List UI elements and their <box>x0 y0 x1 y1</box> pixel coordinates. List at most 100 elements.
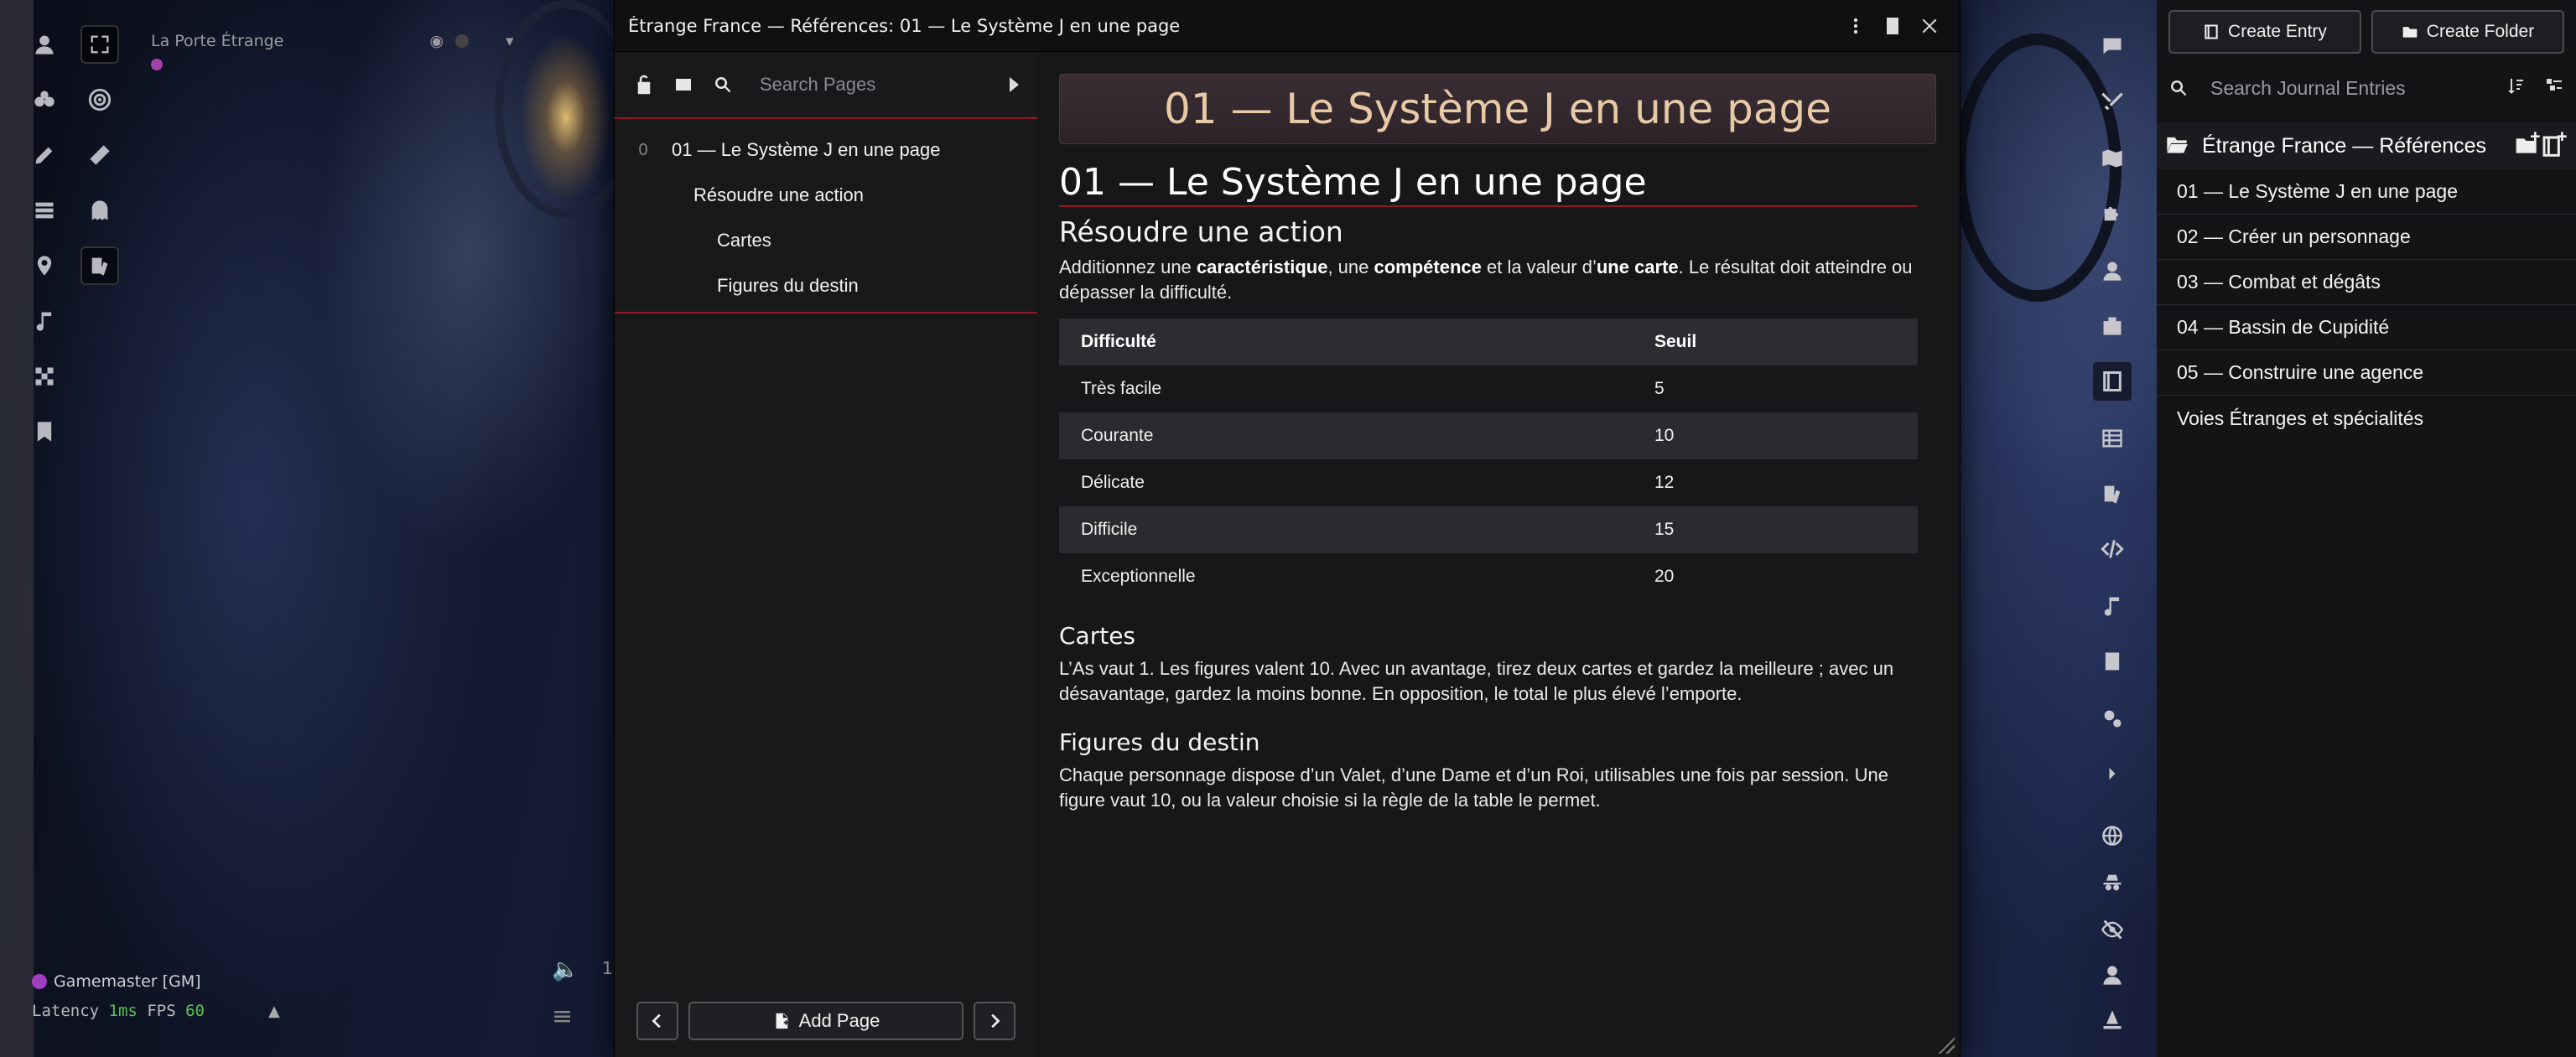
fps-label: FPS <box>147 1002 176 1020</box>
add-page-label: Add Page <box>798 1010 880 1031</box>
compendium-icon[interactable] <box>2093 642 2132 681</box>
map-icon[interactable] <box>2093 139 2132 178</box>
toc-item[interactable]: 0 01 — Le Système J en une page <box>615 127 1037 173</box>
create-entry-in-folder-icon[interactable] <box>2541 131 2568 161</box>
close-icon[interactable] <box>1911 8 1948 44</box>
collapse-folders-icon[interactable] <box>2544 76 2564 100</box>
search-icon[interactable] <box>707 68 738 101</box>
eye-icon[interactable]: ◉ <box>429 32 444 50</box>
volume-value: 1 <box>602 958 613 978</box>
eye-slash-icon[interactable] <box>2093 910 2132 949</box>
section-paragraph: Chaque personnage dispose d’un Valet, d’… <box>1059 764 1888 811</box>
combat-icon[interactable] <box>2093 82 2132 121</box>
journal-entry[interactable]: Voies Étranges et spécialités <box>2157 396 2576 441</box>
collapse-sidebar-icon[interactable] <box>1010 77 1019 92</box>
table-row: Difficile 15 <box>1059 506 1918 553</box>
table-row: Très facile 5 <box>1059 365 1918 412</box>
sheet-mode-icon[interactable] <box>1874 8 1911 44</box>
create-folder-label: Create Folder <box>2426 22 2535 41</box>
chat-icon[interactable] <box>2093 27 2132 65</box>
chevron-down-icon[interactable]: ▾ <box>506 32 514 50</box>
code-icon[interactable] <box>2093 530 2132 568</box>
directory-actions: Create Entry Create Folder <box>2157 0 2576 54</box>
window-header[interactable]: Étrange France — Références: 01 — Le Sys… <box>615 0 1960 52</box>
map-pin-icon[interactable] <box>25 246 64 285</box>
ghost-icon[interactable] <box>80 191 119 230</box>
players-toggle-icon[interactable]: ▲ <box>268 1003 280 1020</box>
settings-icon[interactable] <box>2093 699 2132 738</box>
folder-header[interactable]: Étrange France — Références <box>2157 122 2576 169</box>
add-page-button[interactable]: Add Page <box>688 1002 963 1040</box>
table-cell: Très facile <box>1059 365 1633 412</box>
scene-name[interactable]: La Porte Étrange <box>151 32 283 50</box>
column-header: Difficulté <box>1059 319 1633 365</box>
directory-search-row <box>2157 62 2576 114</box>
ruler-icon[interactable] <box>80 136 119 174</box>
unlock-icon[interactable] <box>628 68 659 101</box>
playlists-icon[interactable] <box>2093 587 2132 625</box>
toc-item[interactable]: Cartes <box>615 218 1037 263</box>
create-subfolder-icon[interactable] <box>2514 131 2541 161</box>
next-page-button[interactable] <box>974 1002 1015 1040</box>
previous-page-button[interactable] <box>636 1002 678 1040</box>
create-folder-button[interactable]: Create Folder <box>2371 10 2564 54</box>
scene-navigation[interactable]: La Porte Étrange ◉ ▾ <box>151 32 514 50</box>
more-options-icon[interactable] <box>1837 8 1874 44</box>
create-entry-label: Create Entry <box>2228 22 2327 41</box>
view-mode-icon[interactable] <box>667 68 699 101</box>
journal-entry[interactable]: 04 — Bassin de Cupidité <box>2157 305 2576 350</box>
search-pages-input[interactable] <box>746 74 1001 96</box>
book-icon <box>2205 24 2218 39</box>
pencil-icon[interactable] <box>25 136 64 174</box>
journal-entry[interactable]: 05 — Construire une agence <box>2157 350 2576 396</box>
toc-item[interactable]: Figures du destin <box>615 263 1037 308</box>
cards-icon[interactable] <box>2093 474 2132 513</box>
checkerboard-icon[interactable] <box>25 357 64 396</box>
search-icon <box>2171 80 2187 96</box>
gm-player-badge <box>151 59 163 70</box>
window-resize-handle[interactable] <box>1936 1035 1955 1054</box>
create-entry-button[interactable]: Create Entry <box>2168 10 2361 54</box>
journal-entry[interactable]: 03 — Combat et dégâts <box>2157 260 2576 305</box>
journal-notes-icon[interactable] <box>80 246 119 285</box>
items-icon[interactable] <box>2093 307 2132 345</box>
page-banner: 01 — Le Système J en une page <box>1059 74 1936 144</box>
players-list[interactable]: Gamemaster [GM] <box>32 972 201 991</box>
journal-tab-icon[interactable] <box>2093 362 2132 401</box>
table-cell: 12 <box>1633 459 1918 506</box>
sort-icon[interactable] <box>2506 76 2526 100</box>
volume-icon[interactable]: 🔈 <box>552 957 579 982</box>
latency-value: 1ms <box>108 1002 138 1020</box>
wizard-icon[interactable] <box>2093 1001 2132 1039</box>
journal-entry[interactable]: 01 — Le Système J en une page <box>2157 169 2576 215</box>
table-row: Courante 10 <box>1059 412 1918 459</box>
player-color-dot <box>32 974 47 989</box>
table-cell: Exceptionnelle <box>1059 553 1633 600</box>
journal-entry[interactable]: 02 — Créer un personnage <box>2157 215 2576 260</box>
actors-icon[interactable] <box>2093 251 2132 290</box>
spy-icon[interactable] <box>2093 863 2132 902</box>
expand-icon[interactable] <box>80 25 119 64</box>
user-icon[interactable] <box>2093 956 2132 994</box>
music-note-icon[interactable] <box>25 302 64 340</box>
collapse-sidebar-icon[interactable] <box>2093 754 2132 793</box>
puzzle-icon[interactable] <box>2093 194 2132 233</box>
bookmark-icon[interactable] <box>25 412 64 451</box>
target-icon[interactable] <box>80 80 119 119</box>
toc-item[interactable]: Résoudre une action <box>615 173 1037 218</box>
fps-value: 60 <box>185 1002 205 1020</box>
menu-icon[interactable]: ≡ <box>552 1002 573 1031</box>
table-cell: Délicate <box>1059 459 1633 506</box>
token-controls-icon[interactable] <box>25 25 64 64</box>
globe-icon[interactable] <box>2093 816 2132 855</box>
table-cell: 10 <box>1633 412 1918 459</box>
tiles-icon[interactable] <box>25 191 64 230</box>
page-content: 01 — Le Système J en une page 01 — Le Sy… <box>1059 74 1936 996</box>
journal-entry-list: 01 — Le Système J en une page 02 — Créer… <box>2157 169 2576 441</box>
toc-label: 01 — Le Système J en une page <box>672 139 941 160</box>
search-journal-input[interactable] <box>2189 76 2506 100</box>
pages-footer: Add Page <box>615 984 1037 1057</box>
tables-icon[interactable] <box>2093 419 2132 458</box>
toc-label: Résoudre une action <box>693 184 865 205</box>
measure-controls-icon[interactable] <box>25 80 64 119</box>
